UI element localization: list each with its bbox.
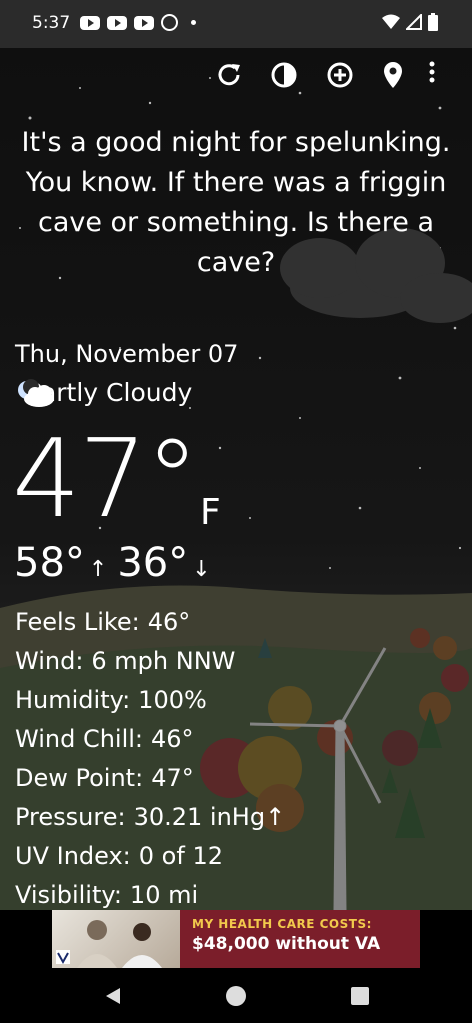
recents-icon[interactable] — [348, 984, 372, 1008]
high-low-temperatures: 58° ↑ 36° ↓ — [14, 540, 221, 586]
detail-humidity: Humidity: 100% — [15, 681, 285, 720]
detail-label: Visibility: — [15, 881, 122, 909]
detail-label: Pressure: — [15, 803, 126, 831]
weather-scene: It's a good night for spelunking. You kn… — [0, 48, 472, 910]
detail-value: 46° — [151, 725, 194, 753]
weather-details: Feels Like: 46° Wind: 6 mph NNW Humidity: 1… — [15, 603, 285, 910]
detail-label: Humidity: — [15, 686, 131, 714]
ad-copy: MY HEALTH CARE COSTS: $48,000 without VA — [180, 910, 420, 968]
top-toolbar — [0, 60, 472, 100]
detail-value: 46° — [147, 608, 191, 636]
low-temperature: 36° — [117, 540, 189, 586]
dot-icon — [191, 20, 196, 25]
ad-photo — [52, 910, 180, 968]
refresh-button[interactable] — [214, 60, 250, 96]
theme-icon — [271, 62, 297, 88]
add-location-icon — [327, 62, 353, 88]
detail-feels-like: Feels Like: 46° — [15, 603, 285, 642]
ad-headline: MY HEALTH CARE COSTS: — [192, 917, 372, 931]
notification-icons — [80, 14, 196, 31]
detail-label: Dew Point: — [15, 764, 144, 792]
more-icon — [429, 61, 435, 83]
detail-pressure: Pressure: 30.21 inHg↑ — [15, 798, 285, 837]
detail-label: Wind: — [15, 647, 84, 675]
arrow-down-icon: ↓ — [192, 557, 211, 582]
detail-value: 0 of 12 — [138, 842, 223, 870]
location-pin-icon — [384, 62, 402, 88]
detail-value: 10 mi — [129, 881, 199, 909]
location-button[interactable] — [380, 60, 416, 96]
ad-subheadline: $48,000 without VA — [192, 934, 381, 954]
status-time: 5:37 — [32, 13, 71, 33]
detail-dew-point: Dew Point: 47° — [15, 759, 285, 798]
status-bar: 5:37 — [0, 0, 472, 48]
temperature-unit: F — [200, 492, 221, 533]
youtube-icon — [107, 15, 127, 30]
battery-icon — [428, 13, 438, 31]
detail-value: 47° — [151, 764, 194, 792]
detail-wind: Wind: 6 mph NNW — [15, 642, 285, 681]
detail-value: 100% — [138, 686, 207, 714]
refresh-icon — [218, 64, 240, 86]
system-icons — [382, 13, 438, 31]
high-temperature: 58° — [14, 540, 85, 586]
alarm-icon — [161, 14, 178, 31]
weather-condition: Partly Cloudy — [15, 378, 192, 407]
ad-banner[interactable]: MY HEALTH CARE COSTS: $48,000 without VA — [52, 910, 420, 968]
theme-button[interactable] — [269, 60, 305, 96]
detail-wind-chill: Wind Chill: 46° — [15, 720, 285, 759]
current-temperature[interactable]: 47° — [12, 420, 199, 540]
detail-value: 30.21 inHg↑ — [133, 803, 286, 831]
back-icon[interactable] — [100, 984, 124, 1008]
detail-label: UV Index: — [15, 842, 131, 870]
arrow-up-icon: ↑ — [88, 557, 108, 582]
wifi-icon — [382, 14, 400, 29]
weather-quote: It's a good night for spelunking. You kn… — [21, 127, 451, 278]
youtube-icon — [80, 15, 100, 30]
detail-visibility: Visibility: 10 mi — [15, 876, 285, 910]
detail-uv-index: UV Index: 0 of 12 — [15, 837, 285, 876]
detail-label: Feels Like: — [15, 608, 140, 636]
add-location-button[interactable] — [325, 60, 361, 96]
partly-cloudy-night-icon — [18, 379, 54, 407]
more-options-button[interactable] — [428, 60, 464, 96]
home-icon[interactable] — [224, 984, 248, 1008]
ad-people-image — [56, 920, 162, 968]
navigation-bar — [0, 968, 472, 1023]
detail-value: 6 mph NNW — [91, 647, 236, 675]
youtube-icon — [134, 15, 154, 30]
signal-icon — [406, 14, 422, 30]
forecast-date: Thu, November 07 — [15, 340, 239, 368]
detail-label: Wind Chill: — [15, 725, 144, 753]
